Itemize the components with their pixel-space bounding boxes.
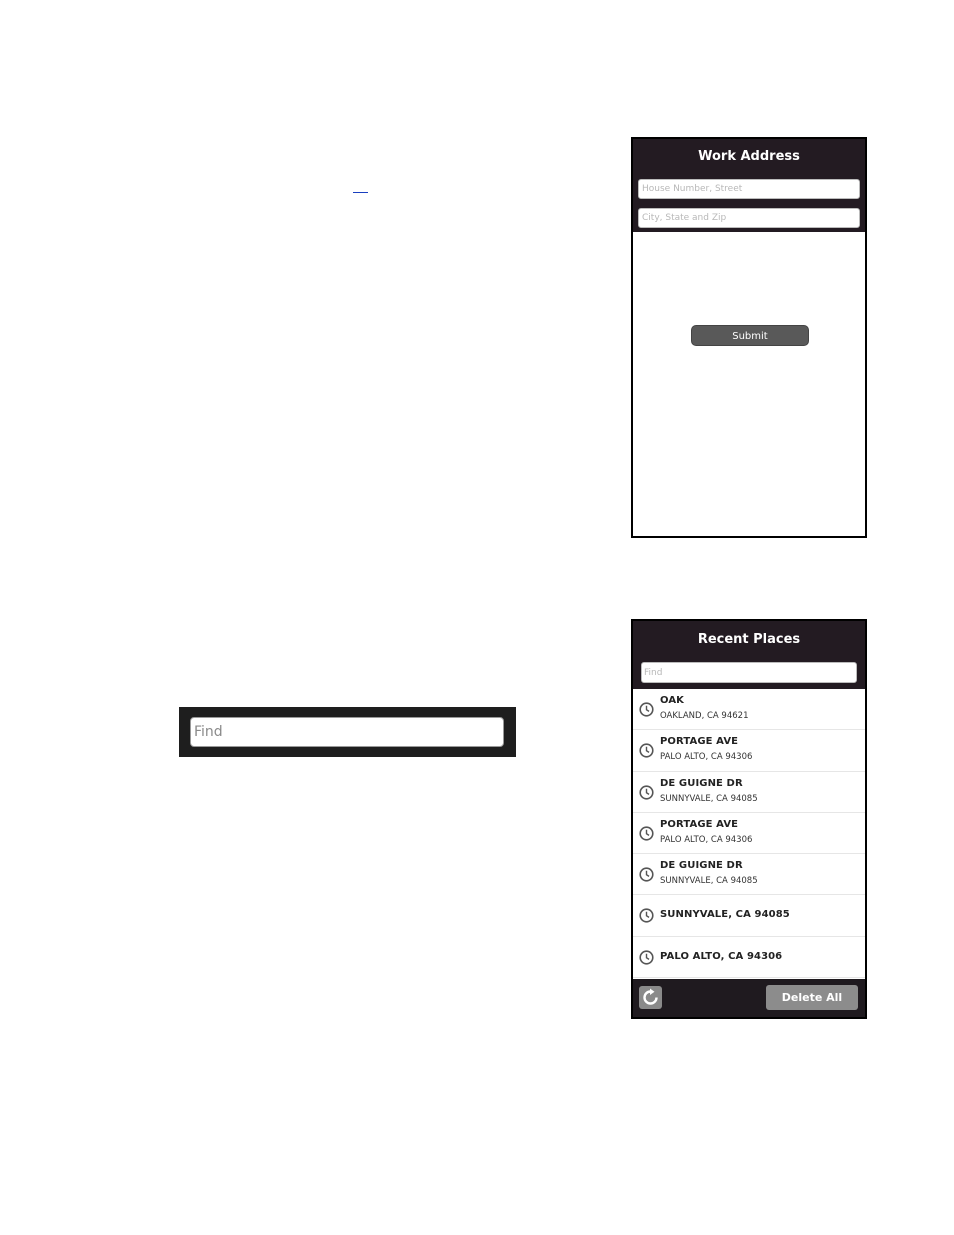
delete-all-button[interactable]: Delete All — [766, 985, 858, 1010]
work-address-header: Work Address House Number, Street City, … — [633, 139, 865, 232]
clock-icon — [639, 950, 654, 965]
footer-bar: Delete All — [633, 979, 865, 1017]
find-bar: Find — [179, 707, 516, 757]
list-item[interactable]: PORTAGE AVE PALO ALTO, CA 94306 — [633, 730, 865, 772]
refresh-button[interactable] — [639, 986, 662, 1009]
clock-icon — [639, 826, 654, 841]
place-name: DE GUIGNE DR — [660, 777, 743, 789]
list-item[interactable]: PALO ALTO, CA 94306 — [633, 936, 865, 979]
find-input[interactable]: Find — [190, 717, 504, 747]
page-title: Recent Places — [697, 632, 801, 647]
place-name: PALO ALTO, CA 94306 — [660, 950, 783, 962]
list-item[interactable]: SUNNYVALE, CA 94085 — [633, 895, 865, 937]
place-name: PORTAGE AVE — [660, 736, 739, 748]
clock-icon — [639, 908, 654, 924]
link-underline[interactable] — [353, 185, 368, 193]
place-name: DE GUIGNE DR — [660, 860, 743, 872]
clock-icon — [639, 785, 654, 800]
street-field[interactable]: House Number, Street — [638, 179, 860, 199]
submit-button[interactable]: Submit — [691, 325, 809, 346]
recent-places-header: Recent Places Find — [633, 621, 865, 689]
list-item[interactable]: OAK OAKLAND, CA 94621 — [633, 689, 865, 731]
place-address: OAKLAND, CA 94621 — [660, 711, 749, 721]
place-address: SUNNYVALE, CA 94085 — [660, 793, 758, 804]
city-state-zip-field[interactable]: City, State and Zip — [638, 208, 860, 228]
find-input[interactable]: Find — [641, 662, 857, 683]
place-name: SUNNYVALE, CA 94085 — [660, 909, 790, 921]
refresh-icon — [643, 988, 658, 1005]
place-address: SUNNYVALE, CA 94085 — [660, 876, 758, 887]
list-item[interactable]: DE GUIGNE DR SUNNYVALE, CA 94085 — [633, 771, 865, 813]
places-list: OAK OAKLAND, CA 94621 PORTAGE AVE PALO ALTO… — [633, 689, 865, 979]
place-address: PALO ALTO, CA 94306 — [660, 834, 753, 845]
recent-places-screen: Recent Places Find OAK OAKLAND, CA 94621 P… — [631, 619, 867, 1019]
place-address: PALO ALTO, CA 94306 — [660, 752, 753, 763]
clock-icon — [639, 743, 654, 758]
clock-icon — [639, 702, 654, 717]
work-address-screen: Work Address House Number, Street City, … — [631, 137, 867, 538]
clock-icon — [639, 867, 654, 882]
place-name: OAK — [660, 695, 685, 706]
list-item[interactable]: DE GUIGNE DR SUNNYVALE, CA 94085 — [633, 854, 865, 896]
place-name: PORTAGE AVE — [660, 818, 739, 830]
list-item[interactable]: PORTAGE AVE PALO ALTO, CA 94306 — [633, 812, 865, 855]
page-title: Work Address — [698, 149, 800, 164]
